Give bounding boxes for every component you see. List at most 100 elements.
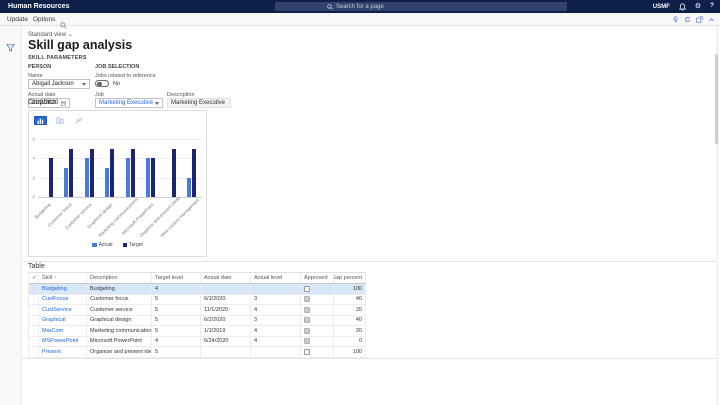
tab-options[interactable]: Options xyxy=(33,16,55,23)
table-row[interactable]: Budgeting Budgeting 4 100 xyxy=(29,284,366,295)
cell-gap-percent[interactable]: 100 xyxy=(334,284,366,294)
view-selector[interactable]: Standard view ⌄ xyxy=(28,31,73,38)
collapse-icon[interactable] xyxy=(708,16,715,23)
cell-skill[interactable]: Present xyxy=(39,347,87,357)
app-title[interactable]: Human Resources xyxy=(8,3,69,10)
cell-actual-level[interactable] xyxy=(251,347,301,357)
attach-icon[interactable] xyxy=(672,16,679,23)
approved-checkbox[interactable]: ✓ xyxy=(304,296,310,303)
cell-actual-level[interactable]: 3 xyxy=(251,315,301,325)
cell-description[interactable]: Customer service xyxy=(87,305,152,315)
cell-target-level[interactable]: 5 xyxy=(152,347,201,357)
table-row[interactable]: CustFocus Customer focus 5 6/1/2020 3 ✓ 40 xyxy=(29,294,366,305)
cell-target-level[interactable]: 5 xyxy=(152,315,201,325)
toggle-pill[interactable] xyxy=(95,80,109,87)
cell-actual-date[interactable]: 6/1/2020 xyxy=(201,294,251,304)
cell-skill[interactable]: CustFocus xyxy=(39,294,87,304)
bell-icon[interactable] xyxy=(678,2,686,11)
approved-checkbox[interactable] xyxy=(304,285,310,292)
approved-checkbox[interactable]: ✓ xyxy=(304,327,310,334)
column-header-approved[interactable]: Approved xyxy=(301,273,334,283)
approved-checkbox[interactable]: ✓ xyxy=(304,338,310,345)
row-select-cell[interactable] xyxy=(29,284,39,294)
row-select-cell[interactable] xyxy=(29,347,39,357)
vertical-scrollbar[interactable] xyxy=(715,26,719,405)
row-select-cell[interactable] xyxy=(29,294,39,304)
company-picker[interactable]: USMF xyxy=(653,4,670,10)
row-select-cell[interactable] xyxy=(29,305,39,315)
chevron-down-icon[interactable] xyxy=(155,101,159,105)
table-row[interactable]: CustService Customer service 5 11/1/2020 4 ✓ 2… xyxy=(29,305,366,316)
help-icon[interactable]: ? xyxy=(710,3,714,10)
open-in-new-window-icon[interactable] xyxy=(696,16,703,23)
graphics-section-title[interactable]: Graphics xyxy=(28,99,56,106)
cell-gap-percent[interactable]: 20 xyxy=(334,305,366,315)
filter-funnel-icon[interactable] xyxy=(6,44,15,52)
cell-skill[interactable]: MarCom xyxy=(39,326,87,336)
cell-gap-percent[interactable]: 40 xyxy=(334,294,366,304)
approved-checkbox[interactable] xyxy=(304,348,310,355)
cell-description[interactable]: Budgeting xyxy=(87,284,152,294)
line-chart-type-button[interactable] xyxy=(72,116,85,125)
name-combobox[interactable]: Abigail Jackson xyxy=(28,79,90,89)
cell-gap-percent[interactable]: 40 xyxy=(334,315,366,325)
cell-actual-date[interactable] xyxy=(201,284,251,294)
job-combobox[interactable]: Marketing Executive xyxy=(95,98,163,108)
cell-gap-percent[interactable]: 0 xyxy=(334,336,366,346)
cell-skill[interactable]: CustService xyxy=(39,305,87,315)
cell-actual-date[interactable] xyxy=(201,347,251,357)
bar-chart-type-button[interactable] xyxy=(34,116,47,125)
cell-target-level[interactable]: 5 xyxy=(152,305,201,315)
cell-skill[interactable]: MSPowerPoint xyxy=(39,336,87,346)
column-header-skill[interactable]: Skill ↑ xyxy=(39,273,87,283)
scrollbar-thumb[interactable] xyxy=(715,54,718,144)
cell-target-level[interactable]: 4 xyxy=(152,284,201,294)
table-row[interactable]: MarCom Marketing communications 5 1/1/2019 4… xyxy=(29,326,366,337)
column-header-target-level[interactable]: Target level xyxy=(152,273,201,283)
table-row[interactable]: Present Organize and present ideas 5 100 xyxy=(29,347,366,358)
column-header-actual-level[interactable]: Actual level xyxy=(251,273,301,283)
cell-description[interactable]: Graphical design xyxy=(87,315,152,325)
select-all-column-header[interactable]: ✓ xyxy=(29,273,39,283)
cell-actual-date[interactable]: 6/24/2020 xyxy=(201,336,251,346)
cell-target-level[interactable]: 5 xyxy=(152,326,201,336)
cell-skill[interactable]: Budgeting xyxy=(39,284,87,294)
cell-actual-level[interactable]: 4 xyxy=(251,305,301,315)
cell-actual-date[interactable]: 11/1/2020 xyxy=(201,305,251,315)
cell-actual-level[interactable]: 3 xyxy=(251,294,301,304)
approved-checkbox[interactable]: ✓ xyxy=(304,306,310,313)
table-row[interactable]: Graphical Graphical design 5 6/2/2020 3 ✓ 40 xyxy=(29,315,366,326)
cell-gap-percent[interactable]: 20 xyxy=(334,326,366,336)
cell-actual-date[interactable]: 6/2/2020 xyxy=(201,315,251,325)
chevron-down-icon[interactable] xyxy=(82,82,86,86)
table-section-title[interactable]: Table xyxy=(28,263,45,270)
calendar-icon[interactable] xyxy=(61,101,66,106)
row-select-cell[interactable] xyxy=(29,326,39,336)
cell-actual-date[interactable]: 1/1/2019 xyxy=(201,326,251,336)
cell-target-level[interactable]: 4 xyxy=(152,336,201,346)
refresh-icon[interactable] xyxy=(684,16,691,23)
cell-description[interactable]: Customer focus xyxy=(87,294,152,304)
cell-actual-level[interactable]: 4 xyxy=(251,336,301,346)
column-header-description[interactable]: Description xyxy=(87,273,152,283)
cell-target-level[interactable]: 5 xyxy=(152,294,201,304)
cell-description[interactable]: Microsoft PowerPoint xyxy=(87,336,152,346)
stacked-chart-type-button[interactable] xyxy=(53,116,66,125)
job-value-link[interactable]: Marketing Executive xyxy=(99,100,153,106)
cell-description[interactable]: Marketing communications xyxy=(87,326,152,336)
column-header-gap-percent[interactable]: Gap percent xyxy=(334,273,366,283)
cell-skill[interactable]: Graphical xyxy=(39,315,87,325)
jobs-related-toggle[interactable]: No xyxy=(95,80,120,87)
cell-actual-level[interactable] xyxy=(251,284,301,294)
table-row[interactable]: MSPowerPoint Microsoft PowerPoint 4 6/24/20… xyxy=(29,336,366,347)
cell-actual-level[interactable]: 4 xyxy=(251,326,301,336)
column-header-actual-date[interactable]: Actual date xyxy=(201,273,251,283)
cell-gap-percent[interactable]: 100 xyxy=(334,347,366,357)
cell-description[interactable]: Organize and present ideas xyxy=(87,347,152,357)
tab-update[interactable]: Update xyxy=(7,16,28,23)
row-select-cell[interactable] xyxy=(29,336,39,346)
page-search-box[interactable]: Search for a page xyxy=(275,2,567,11)
approved-checkbox[interactable]: ✓ xyxy=(304,317,310,324)
row-select-cell[interactable] xyxy=(29,315,39,325)
gear-icon[interactable]: ⚙ xyxy=(695,3,701,10)
